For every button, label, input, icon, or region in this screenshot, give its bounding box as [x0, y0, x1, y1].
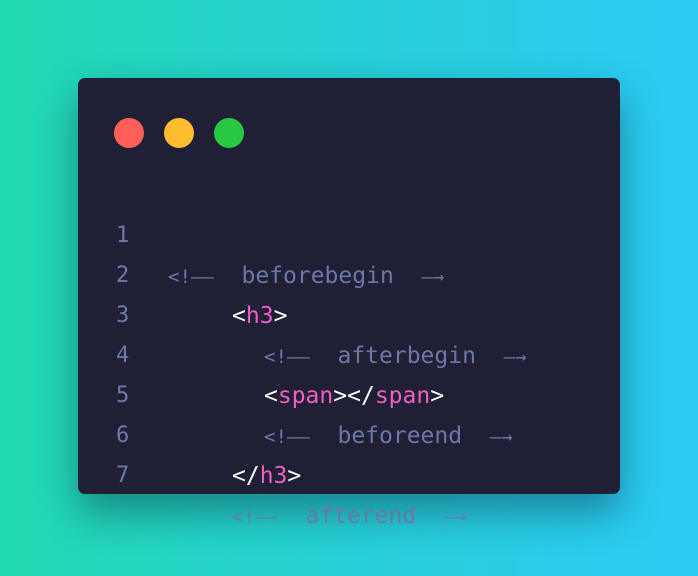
line-number: 7: [116, 463, 130, 488]
minimize-dot-icon[interactable]: [164, 118, 194, 148]
code-line-3: 3 <!—— afterbegin —→: [78, 256, 620, 369]
comment-open: <!——: [232, 506, 278, 528]
maximize-dot-icon[interactable]: [214, 118, 244, 148]
code-line-5: 5 <!—— beforeend —→: [78, 336, 620, 449]
end-open-bracket: </: [232, 463, 260, 489]
code-line-1: 1 <!—— beforebegin —→: [78, 176, 620, 289]
h3-close-tag: </h3>: [232, 456, 301, 496]
comment-close: —→: [443, 506, 467, 528]
code-line-4: 4 <span></span>: [78, 296, 620, 409]
close-dot-icon[interactable]: [114, 118, 144, 148]
code-line-7: 7 <!—— afterend —→: [78, 416, 620, 529]
code-window: 1 <!—— beforebegin —→ 2 <h3> 3 <!—— afte…: [78, 78, 620, 529]
code-line-2: 2 <h3>: [78, 216, 620, 329]
tag-name: h3: [259, 463, 288, 489]
close-bracket: >: [287, 463, 302, 489]
comment-afterend: <!—— afterend —→: [232, 496, 467, 537]
comment-text: afterend: [305, 503, 417, 529]
code-line-6: 6 </h3>: [78, 376, 620, 489]
